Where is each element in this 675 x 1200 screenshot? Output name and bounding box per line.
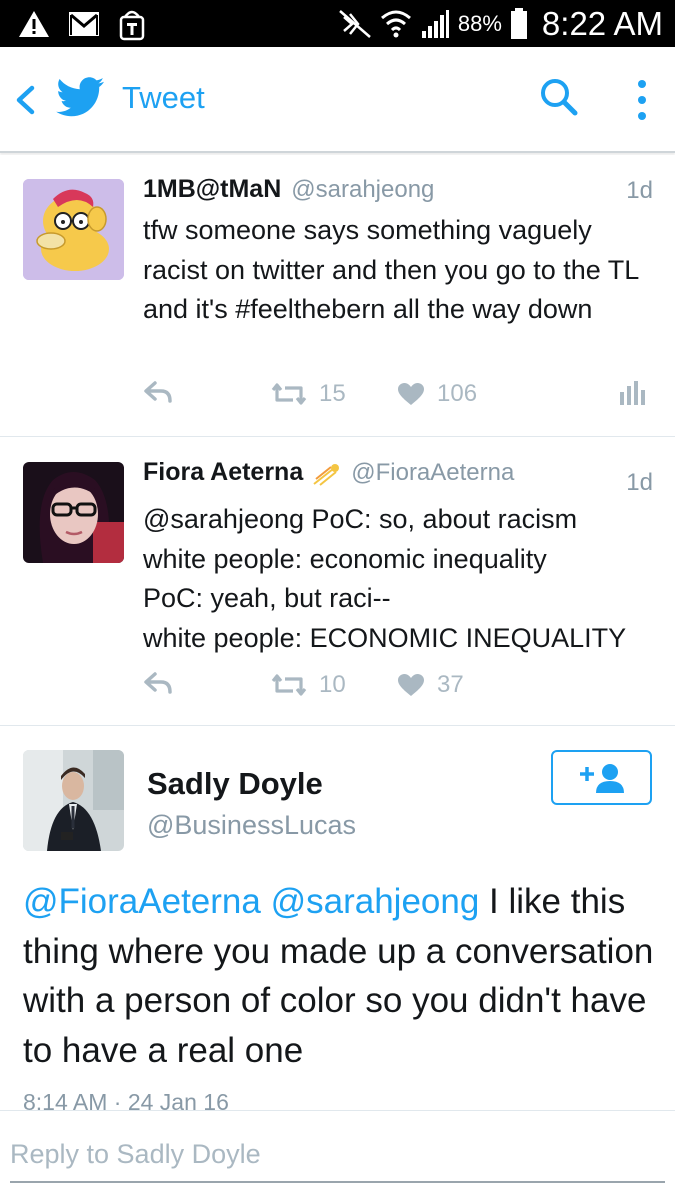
- twitter-bird-icon[interactable]: [56, 77, 104, 117]
- wifi-icon: [380, 10, 411, 37]
- tweet-header: Fiora Aeterna @FioraAeterna: [143, 458, 653, 492]
- like-button[interactable]: 106: [397, 380, 477, 408]
- add-user-icon: [579, 763, 624, 793]
- tweet-text: @FioraAeterna @sarahjeong I like this th…: [23, 877, 663, 1075]
- tweet-time: 1d: [626, 469, 653, 496]
- retweet-button[interactable]: 15: [271, 380, 346, 408]
- like-count: 37: [437, 671, 464, 698]
- back-icon[interactable]: [12, 83, 38, 117]
- reply-icon: [144, 381, 172, 403]
- retweet-count: 10: [319, 671, 346, 698]
- reply-input[interactable]: [10, 1133, 665, 1183]
- nfc-mute-icon: [339, 9, 371, 38]
- retweet-icon: [271, 383, 307, 405]
- app-bar: Tweet: [0, 47, 675, 153]
- heart-icon: [398, 674, 424, 696]
- retweet-button[interactable]: 10: [271, 671, 346, 699]
- tweet-text: @sarahjeong PoC: so, about racism white …: [143, 500, 663, 658]
- tweet-text: tfw someone says something vaguely racis…: [143, 215, 639, 324]
- tweet-actions: 15 106: [143, 380, 653, 416]
- tweet-timestamp: 8:14 AM · 24 Jan 16: [23, 1089, 229, 1111]
- focused-tweet: Sadly Doyle @BusinessLucas @FioraAeterna…: [0, 727, 675, 1111]
- comet-emoji-icon: [313, 464, 340, 486]
- author-handle[interactable]: @sarahjeong: [291, 176, 434, 204]
- page-title: Tweet: [122, 80, 205, 115]
- tweet-line: PoC: yeah, but raci--: [143, 583, 391, 613]
- signal-icon: [421, 9, 449, 38]
- analytics-button[interactable]: [619, 380, 645, 406]
- reply-bar: [0, 1110, 675, 1200]
- like-button[interactable]: 37: [397, 671, 464, 699]
- status-left-icons: [18, 6, 146, 42]
- retweet-icon: [271, 674, 307, 696]
- tweet[interactable]: Fiora Aeterna @FioraAeterna 1d @sarahjeo…: [0, 438, 675, 726]
- analytics-icon: [620, 381, 645, 405]
- avatar[interactable]: [23, 750, 124, 851]
- avatar[interactable]: [23, 462, 124, 563]
- mention-link[interactable]: @sarahjeong: [271, 882, 480, 921]
- tweet-time: 1d: [626, 177, 653, 204]
- author-handle[interactable]: @FioraAeterna: [351, 459, 514, 487]
- gmail-icon: [69, 12, 99, 36]
- retweet-count: 15: [319, 380, 346, 407]
- author-name[interactable]: 1MB@tMaN: [143, 175, 281, 204]
- reply-button[interactable]: [143, 380, 173, 404]
- tweet-line: white people: economic inequality: [143, 543, 547, 574]
- status-time: 8:22 AM: [541, 4, 663, 42]
- tweet-header: 1MB@tMaN @sarahjeong: [143, 175, 653, 209]
- status-bar: 88% 8:22 AM: [0, 0, 675, 47]
- like-count: 106: [437, 380, 478, 407]
- tweet-line: @sarahjeong PoC: so, about racism: [143, 504, 578, 534]
- author-handle[interactable]: @BusinessLucas: [147, 810, 356, 841]
- reply-button[interactable]: [143, 671, 173, 695]
- battery-icon: [510, 7, 527, 39]
- tweet-actions: 10 37: [143, 671, 653, 707]
- overflow-menu-icon[interactable]: [630, 77, 654, 123]
- search-icon[interactable]: [537, 75, 581, 119]
- psyduck-avatar: [23, 179, 124, 280]
- heart-icon: [398, 383, 424, 405]
- follow-button[interactable]: [551, 750, 652, 805]
- reply-icon: [144, 672, 172, 694]
- author-name[interactable]: Sadly Doyle: [147, 766, 323, 802]
- tmobile-icon: [119, 10, 145, 41]
- mention-link[interactable]: @FioraAeterna: [23, 882, 261, 921]
- warning-icon: [19, 11, 49, 37]
- tweet-line: white people: ECONOMIC INEQUALITY: [143, 622, 627, 653]
- status-right-icons: 88% 8:22 AM: [338, 0, 663, 47]
- tweet[interactable]: 1MB@tMaN @sarahjeong 1d tfw someone says…: [0, 155, 675, 437]
- avatar[interactable]: [23, 179, 124, 280]
- battery-percent: 88%: [457, 10, 502, 36]
- avatar-photo: [23, 462, 124, 563]
- author-name[interactable]: Fiora Aeterna: [143, 458, 303, 487]
- avatar-photo: [23, 750, 124, 851]
